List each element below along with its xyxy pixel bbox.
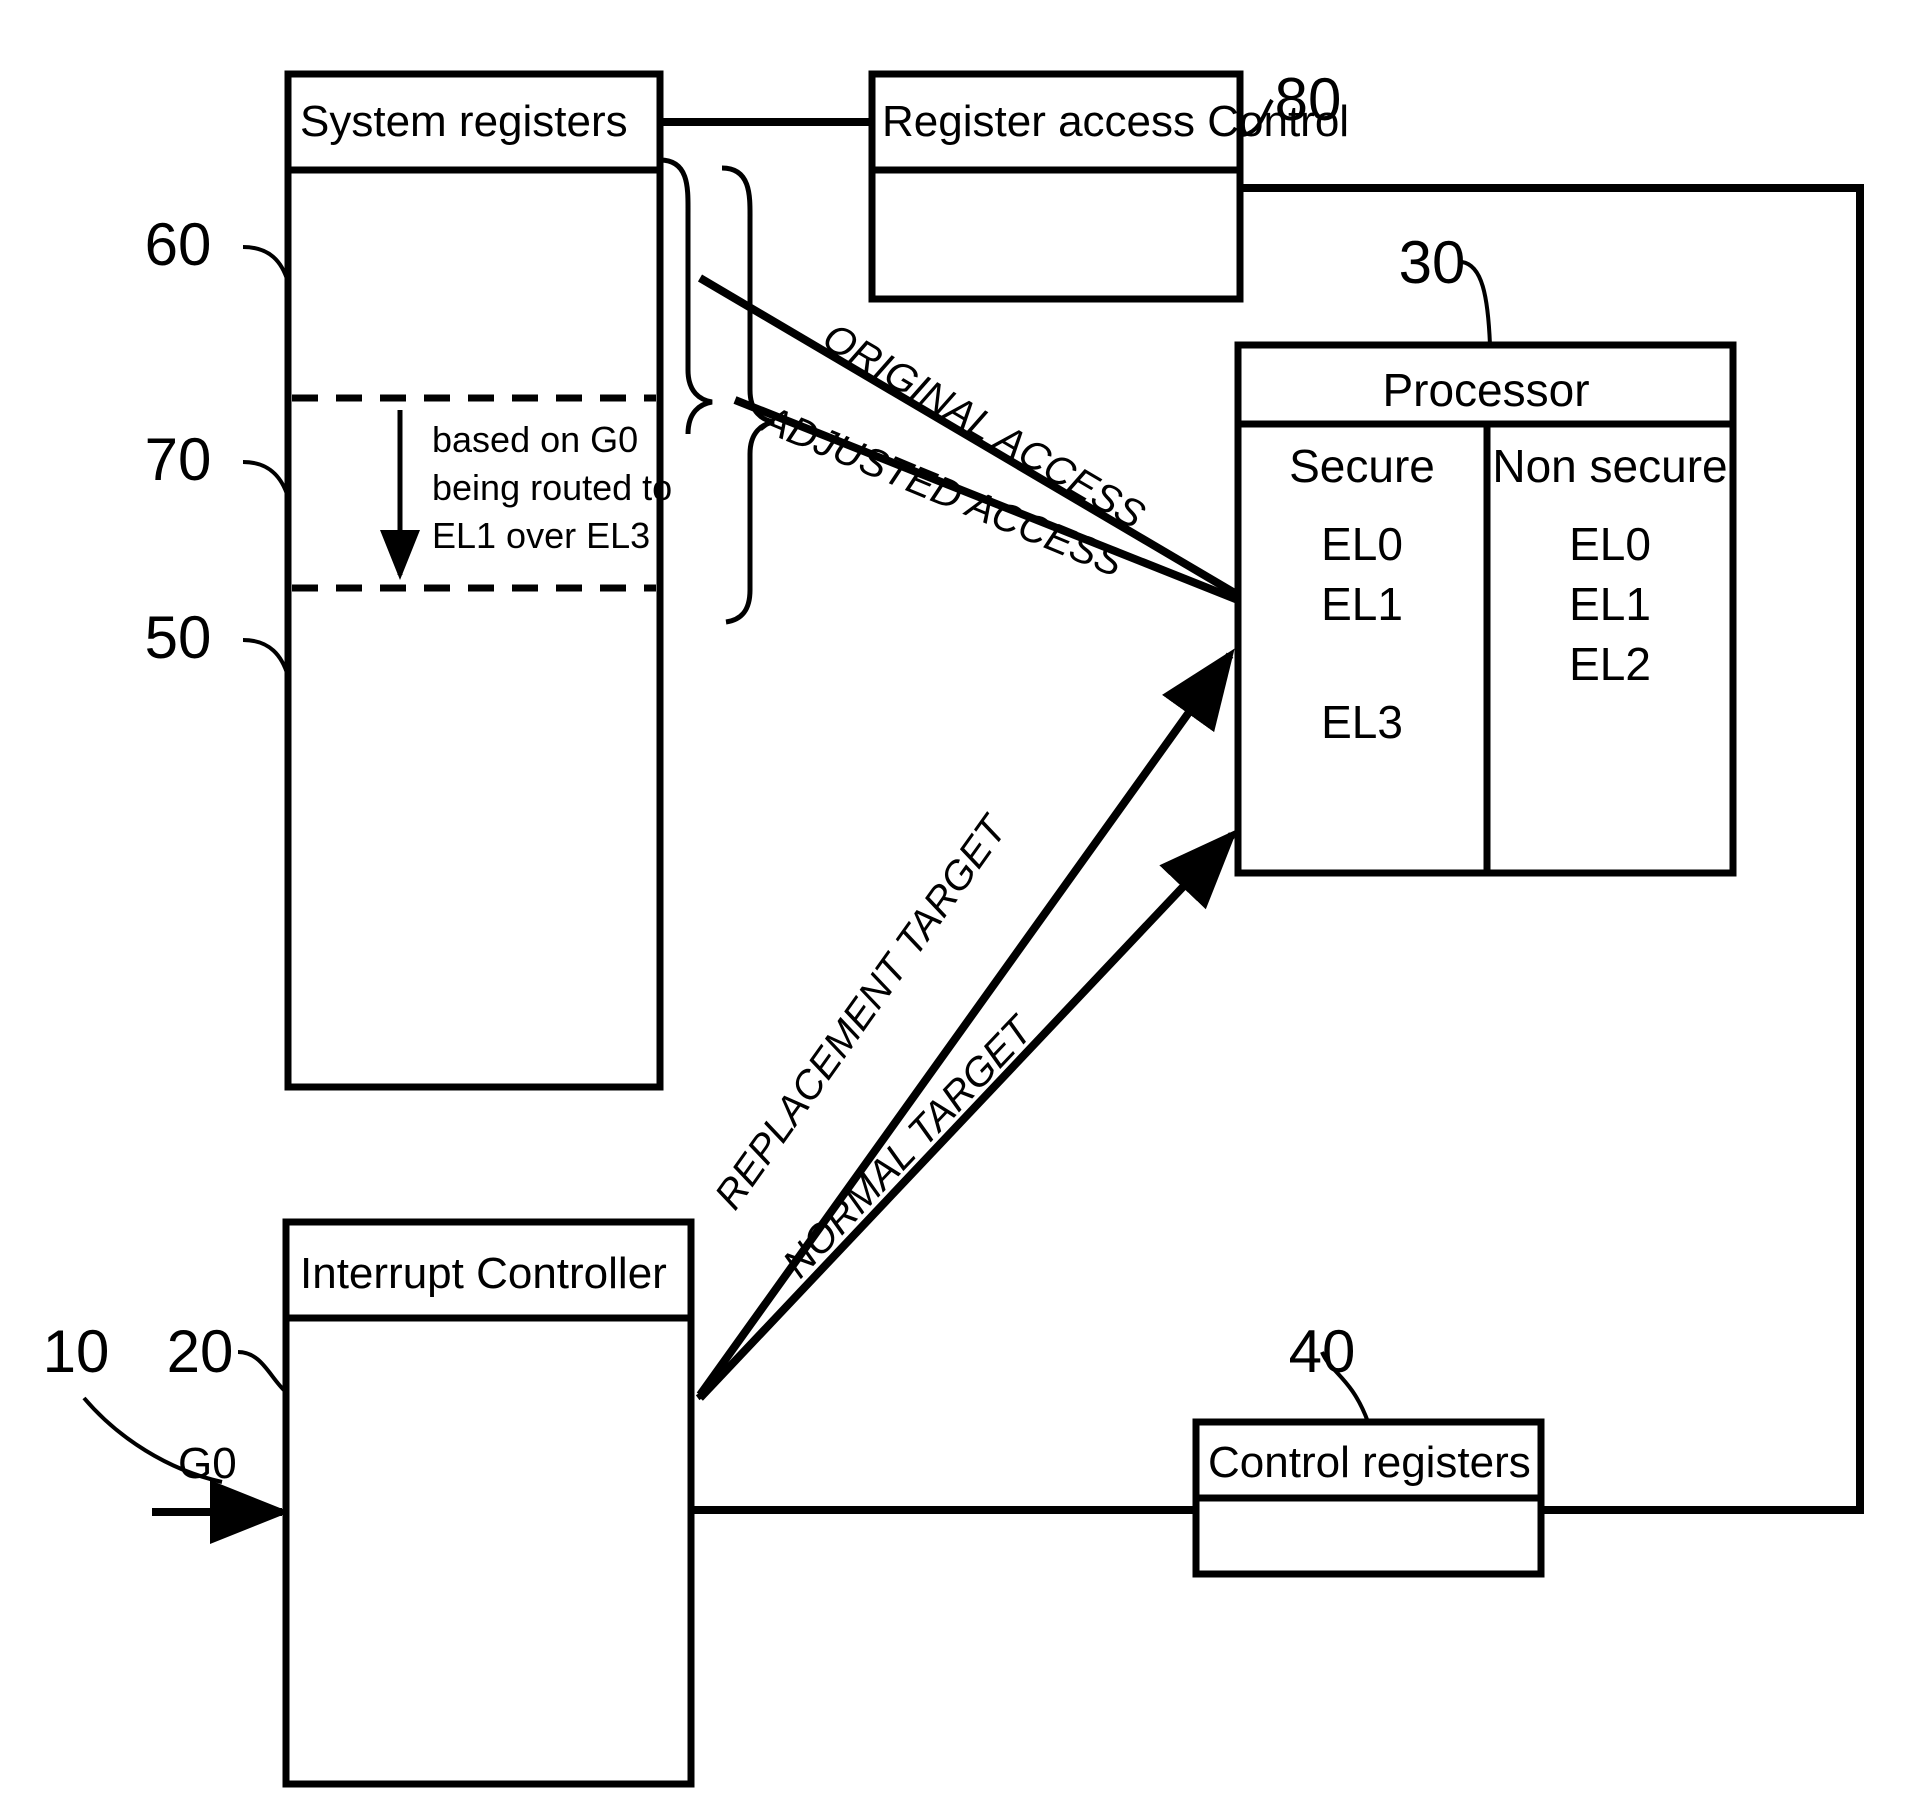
processor-secure-el0: EL0 bbox=[1321, 518, 1403, 570]
ref-80: 80 bbox=[1275, 66, 1342, 133]
ref-70: 70 bbox=[145, 426, 212, 493]
brace-upper-region bbox=[659, 157, 713, 435]
processor-nonsecure-el1: EL1 bbox=[1569, 578, 1651, 630]
ref-60: 60 bbox=[145, 211, 212, 278]
system-registers-label: System registers bbox=[300, 97, 628, 146]
ref-30: 30 bbox=[1399, 229, 1466, 296]
region-70-note-line-3: EL1 over EL3 bbox=[432, 515, 650, 556]
processor-secure-el3: EL3 bbox=[1321, 696, 1403, 748]
diagram-canvas: System registers Register access Control… bbox=[43, 66, 1864, 1788]
leader-ref-70 bbox=[242, 460, 290, 498]
control-registers-label: Control registers bbox=[1208, 1438, 1531, 1487]
leader-ref-60 bbox=[242, 245, 290, 283]
box-processor[interactable] bbox=[1234, 341, 1737, 877]
leader-ref-50 bbox=[242, 638, 290, 677]
processor-nonsecure-el2: EL2 bbox=[1569, 638, 1651, 690]
ref-40: 40 bbox=[1289, 1318, 1356, 1385]
processor-secure-el1: EL1 bbox=[1321, 578, 1403, 630]
box-system-registers[interactable] bbox=[284, 70, 664, 1091]
processor-col-nonsecure-header: Non secure bbox=[1492, 440, 1727, 492]
signal-g0-label: G0 bbox=[178, 1439, 237, 1488]
ref-50: 50 bbox=[145, 604, 212, 671]
brace-lower-region bbox=[721, 165, 775, 625]
processor-nonsecure-el0: EL0 bbox=[1569, 518, 1651, 570]
leader-ref-20 bbox=[237, 1350, 288, 1394]
interrupt-controller-label: Interrupt Controller bbox=[300, 1249, 667, 1298]
patent-figure-diagram: System registers Register access Control… bbox=[0, 0, 1926, 1793]
region-70-note-line-1: based on G0 bbox=[432, 419, 638, 460]
leader-ref-30 bbox=[1461, 260, 1492, 346]
ref-20: 20 bbox=[167, 1318, 234, 1385]
ref-10: 10 bbox=[43, 1318, 110, 1385]
region-70-note-line-2: being routed to bbox=[432, 467, 672, 508]
processor-col-secure-header: Secure bbox=[1289, 440, 1435, 492]
processor-label: Processor bbox=[1382, 364, 1589, 416]
edge-replacement-target bbox=[696, 648, 1235, 1398]
box-interrupt-controller[interactable] bbox=[282, 1218, 695, 1788]
